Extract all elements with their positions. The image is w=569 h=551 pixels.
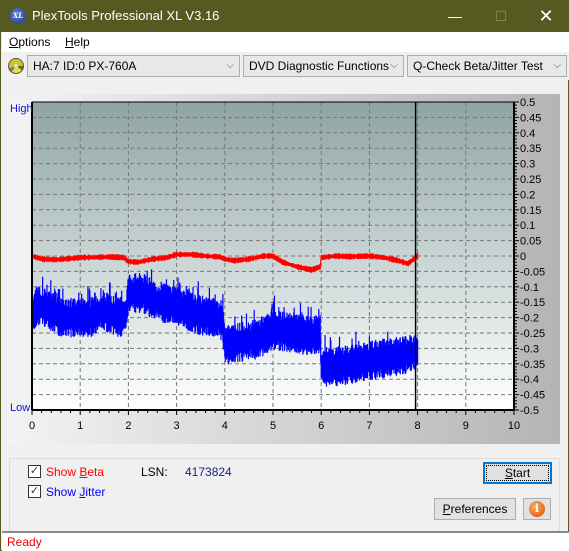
app-window: XL PlexTools Professional XL V3.16 — ☐ ✕… [0, 0, 569, 551]
beta-jitter-chart: 0 1 2 3 4 5 6 7 8 9 10 0.5 0.45 0.4 0.35 0.3 0.25 0.2 0.1… [10, 97, 545, 432]
y-tick-label: -0.5 [520, 405, 539, 417]
drive-select[interactable]: HA:7 ID:0 PX-760A ⌵ [27, 55, 240, 77]
app-logo-icon: XL [10, 8, 26, 24]
y-tick-label: -0.25 [520, 328, 545, 340]
chevron-down-icon: ⌵ [390, 60, 398, 71]
x-tick-label: 4 [222, 420, 228, 432]
lsn-label: LSN: [141, 465, 168, 479]
preferences-button[interactable]: Preferences [434, 498, 516, 520]
status-bar: Ready [2, 531, 569, 551]
y-tick-label: -0.4 [520, 374, 539, 386]
y-tick-label: -0.2 [520, 313, 539, 325]
window-title: PlexTools Professional XL V3.16 [32, 8, 220, 23]
menu-options-mnemonic: O [9, 35, 19, 49]
y-tick-label: 0 [520, 251, 526, 263]
preferences-mnemonic: P [442, 502, 451, 516]
show-beta-checkbox[interactable]: ✓ [28, 465, 41, 478]
close-button[interactable]: ✕ [523, 1, 569, 32]
menu-help[interactable]: Help [65, 35, 90, 49]
y-tick-label: 0.35 [520, 143, 541, 155]
start-button[interactable]: Start [483, 462, 552, 484]
y-tick-label: 0.25 [520, 174, 541, 186]
menu-bar: Options Help [2, 32, 569, 52]
show-beta-label-pre: Show [46, 465, 80, 479]
y-tick-label: 0.45 [520, 112, 541, 124]
y-tick-label: 0.05 [520, 236, 541, 248]
x-tick-label: 10 [508, 420, 520, 432]
function-select-value: DVD Diagnostic Functions [249, 59, 390, 73]
preferences-label-post: references [450, 502, 508, 516]
x-tick-label: 0 [29, 420, 35, 432]
show-beta-label-post: eta [87, 465, 105, 479]
info-button[interactable]: i [523, 498, 551, 520]
chart-panel: 0 1 2 3 4 5 6 7 8 9 10 0.5 0.45 0.4 0.35 0.3 0.25 0.2 0.1… [9, 94, 560, 444]
y-tick-label: -0.1 [520, 282, 539, 294]
y-tick-label: 0.3 [520, 159, 535, 171]
axis-label-low: Low [10, 402, 30, 414]
show-jitter-checkbox[interactable]: ✓ [28, 485, 41, 498]
options-panel: ✓ Show Beta ✓ Show Jitter LSN: 4173824 S… [9, 458, 560, 532]
drive-select-value: HA:7 ID:0 PX-760A [33, 59, 137, 73]
chevron-down-icon: ⌵ [553, 60, 561, 71]
test-select[interactable]: Q-Check Beta/Jitter Test ⌵ [407, 55, 567, 77]
y-tick-label: 0.1 [520, 220, 535, 232]
start-mnemonic: S [504, 466, 513, 480]
y-tick-label: 0.15 [520, 205, 541, 217]
y-tick-label: -0.35 [520, 359, 545, 371]
menu-options-label: ptions [18, 35, 51, 49]
x-tick-label: 2 [125, 420, 131, 432]
x-tick-label: 7 [366, 420, 372, 432]
menu-help-label: elp [73, 35, 90, 49]
show-beta-label[interactable]: Show Beta [46, 465, 104, 479]
x-tick-label: 1 [77, 420, 83, 432]
menu-help-mnemonic: H [65, 35, 74, 49]
y-tick-label: -0.05 [520, 266, 545, 278]
y-tick-label: 0.5 [520, 97, 535, 109]
axis-label-high: High [10, 103, 33, 115]
x-tick-label: 6 [318, 420, 324, 432]
maximize-button[interactable]: ☐ [478, 1, 524, 32]
x-axis: 0 1 2 3 4 5 6 7 8 9 10 [29, 410, 520, 432]
y-tick-label: -0.3 [520, 343, 539, 355]
x-tick-label: 8 [415, 420, 421, 432]
show-jitter-label[interactable]: Show Jitter [46, 485, 105, 499]
y-tick-label: -0.15 [520, 297, 545, 309]
x-tick-label: 5 [270, 420, 276, 432]
y-tick-label: 0.4 [520, 128, 535, 140]
menu-options[interactable]: Options [9, 35, 50, 49]
show-jitter-label-pre: Show [46, 485, 80, 499]
toolbar: HA:7 ID:0 PX-760A ⌵ DVD Diagnostic Funct… [2, 52, 569, 80]
test-select-value: Q-Check Beta/Jitter Test [413, 59, 543, 73]
lsn-value: 4173824 [185, 465, 232, 479]
title-bar: XL PlexTools Professional XL V3.16 — ☐ ✕ [1, 1, 569, 32]
minimize-button[interactable]: — [432, 1, 478, 32]
optical-disc-icon [8, 58, 24, 74]
chevron-down-icon: ⌵ [226, 60, 234, 71]
function-select[interactable]: DVD Diagnostic Functions ⌵ [243, 55, 404, 77]
y-axis: 0.5 0.45 0.4 0.35 0.3 0.25 0.2 0.15 0.1 0.05 0 -0.0… [514, 97, 545, 417]
start-label-post: tart [512, 466, 531, 480]
x-tick-label: 9 [463, 420, 469, 432]
y-tick-label: -0.45 [520, 390, 545, 402]
y-tick-label: 0.2 [520, 189, 535, 201]
show-jitter-label-post: itter [85, 485, 106, 499]
info-icon: i [529, 501, 545, 517]
x-tick-label: 3 [174, 420, 180, 432]
status-text: Ready [7, 535, 42, 549]
